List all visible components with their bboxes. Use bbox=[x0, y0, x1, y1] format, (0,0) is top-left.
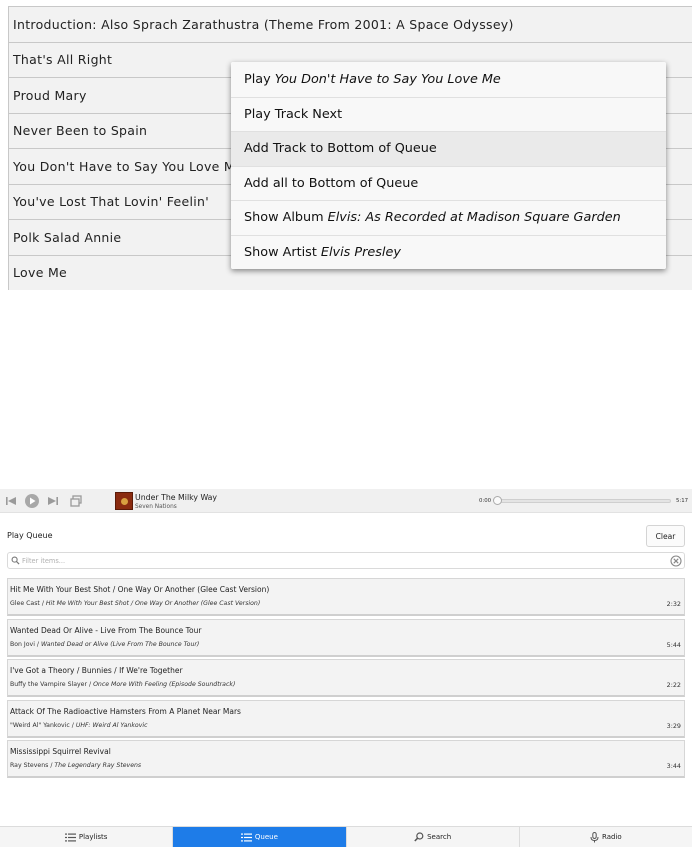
menu-item-play-track[interactable]: Play You Don't Have to Say You Love Me bbox=[231, 62, 666, 97]
menu-item-label: Play Track Next bbox=[244, 106, 343, 122]
queue-item-album: Once More With Feeling (Episode Soundtra… bbox=[93, 681, 236, 688]
search-icon bbox=[414, 832, 424, 842]
queue-item[interactable]: Wanted Dead Or Alive - Live From The Bou… bbox=[7, 618, 685, 657]
microphone-icon bbox=[590, 831, 599, 842]
filter-field bbox=[7, 552, 685, 569]
clear-queue-button[interactable]: Clear bbox=[646, 525, 685, 547]
menu-item-play-next[interactable]: Play Track Next bbox=[231, 96, 666, 131]
menu-item-label: Add Track to Bottom of Queue bbox=[244, 141, 437, 157]
tab-queue[interactable]: Queue bbox=[173, 827, 347, 847]
bottom-nav: Playlists Queue Search Radio bbox=[0, 826, 692, 847]
queue-item-duration: 5:44 bbox=[666, 640, 681, 649]
queue-item-title: Attack Of The Radioactive Hamsters From … bbox=[10, 706, 241, 716]
queue-item-title: Hit Me With Your Best Shot / One Way Or … bbox=[10, 585, 270, 594]
queue-item-artist: Glee Cast bbox=[10, 600, 40, 607]
queue-item-album: UHF: Weird Al Yankovic bbox=[75, 721, 148, 729]
menu-item-album-name: Elvis: As Recorded at Madison Square Gar… bbox=[327, 210, 621, 226]
menu-item-add-track-bottom[interactable]: Add Track to Bottom of Queue bbox=[231, 131, 666, 166]
queue-item[interactable]: I've Got a Theory / Bunnies / If We're T… bbox=[7, 659, 685, 697]
queue-item-subtitle: "Weird Al" Yankovic / UHF: Weird Al Yank… bbox=[10, 721, 148, 729]
tab-label: Queue bbox=[254, 833, 278, 841]
menu-item-show-album[interactable]: Show Album Elvis: As Recorded at Madison… bbox=[231, 200, 666, 235]
queue-item-album: Hit Me With Your Best Shot / One Way Or … bbox=[45, 600, 261, 607]
page-title: Play Queue bbox=[7, 531, 53, 540]
queue-item-title: Wanted Dead Or Alive - Live From The Bou… bbox=[10, 625, 202, 635]
queue-item-artist: "Weird Al" Yankovic bbox=[10, 721, 70, 729]
time-total: 5:17 bbox=[676, 498, 689, 504]
queue-item[interactable]: Mississippi Squirrel Revival Ray Stevens… bbox=[7, 740, 685, 778]
popout-window-icon[interactable] bbox=[69, 494, 83, 508]
queue-item-subtitle: Ray Stevens / The Legendary Ray Stevens bbox=[10, 762, 142, 769]
search-icon bbox=[11, 556, 20, 565]
menu-item-label: Play bbox=[244, 71, 271, 87]
queue-item-duration: 3:44 bbox=[666, 762, 681, 770]
tab-label: Playlists bbox=[78, 833, 108, 841]
seek-slider[interactable] bbox=[493, 496, 671, 505]
play-icon[interactable] bbox=[24, 493, 40, 509]
tab-playlists[interactable]: Playlists bbox=[0, 827, 174, 847]
track-row[interactable]: Introduction: Also Sprach Zarathustra (T… bbox=[9, 6, 692, 42]
previous-track-icon[interactable] bbox=[4, 494, 18, 508]
menu-item-artist-name: Elvis Presley bbox=[320, 244, 401, 260]
menu-item-add-all-bottom[interactable]: Add all to Bottom of Queue bbox=[231, 165, 666, 200]
now-playing-title: Under The Milky Way bbox=[135, 493, 218, 502]
menu-item-label: Show Artist bbox=[244, 244, 317, 260]
tab-label: Radio bbox=[602, 833, 622, 841]
menu-item-label: Show Album bbox=[244, 210, 324, 226]
queue-item-subtitle: Glee Cast / Hit Me With Your Best Shot /… bbox=[10, 600, 261, 607]
list-icon bbox=[240, 833, 252, 841]
tab-radio[interactable]: Radio bbox=[520, 827, 692, 847]
menu-item-track-name: You Don't Have to Say You Love Me bbox=[274, 71, 501, 87]
time-elapsed: 0:00 bbox=[479, 498, 492, 504]
queue-item-album: Wanted Dead or Alive (Live From The Boun… bbox=[40, 640, 200, 648]
queue-item-duration: 2:22 bbox=[666, 681, 681, 689]
queue-item-subtitle: Buffy the Vampire Slayer / Once More Wit… bbox=[10, 681, 236, 688]
queue-item-duration: 2:32 bbox=[666, 600, 681, 608]
tab-label: Search bbox=[427, 833, 452, 841]
menu-item-label: Add all to Bottom of Queue bbox=[244, 175, 419, 191]
next-track-icon[interactable] bbox=[46, 494, 60, 508]
queue-item-artist: Bon Jovi bbox=[10, 640, 35, 648]
track-context-menu: Play You Don't Have to Say You Love Me P… bbox=[231, 62, 666, 269]
queue-item[interactable]: Hit Me With Your Best Shot / One Way Or … bbox=[7, 578, 685, 616]
player-bar: Under The Milky Way Seven Nations 0:00 5… bbox=[0, 489, 692, 513]
queue-item-subtitle: Bon Jovi / Wanted Dead or Alive (Live Fr… bbox=[10, 640, 200, 648]
filter-input[interactable] bbox=[22, 554, 662, 567]
tab-search[interactable]: Search bbox=[347, 827, 520, 847]
queue-item-title: Mississippi Squirrel Revival bbox=[10, 747, 111, 756]
queue-list: Hit Me With Your Best Shot / One Way Or … bbox=[7, 578, 685, 781]
now-playing-artist: Seven Nations bbox=[135, 504, 177, 510]
queue-item-artist: Buffy the Vampire Slayer bbox=[10, 681, 88, 688]
list-icon bbox=[64, 833, 76, 841]
queue-item-duration: 3:29 bbox=[666, 721, 681, 730]
album-art-thumbnail[interactable] bbox=[115, 492, 133, 510]
clear-filter-icon[interactable] bbox=[670, 555, 682, 567]
queue-item-album: The Legendary Ray Stevens bbox=[54, 762, 142, 769]
queue-item-title: I've Got a Theory / Bunnies / If We're T… bbox=[10, 666, 183, 675]
queue-item-artist: Ray Stevens bbox=[10, 762, 49, 769]
menu-item-show-artist[interactable]: Show Artist Elvis Presley bbox=[231, 234, 666, 269]
seek-slider-thumb[interactable] bbox=[493, 496, 502, 505]
queue-item[interactable]: Attack Of The Radioactive Hamsters From … bbox=[7, 699, 685, 738]
